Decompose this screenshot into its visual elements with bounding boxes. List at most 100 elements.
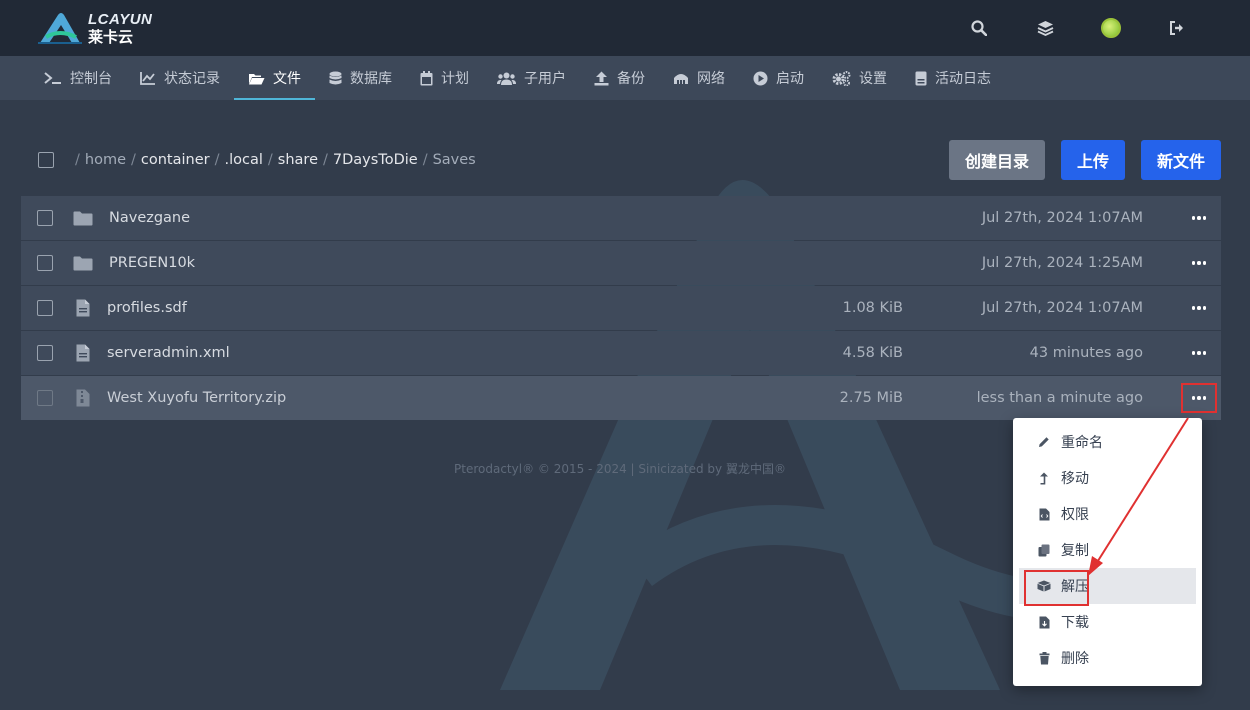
- file-code-icon: [1039, 508, 1049, 520]
- tab-startup[interactable]: 启动: [739, 56, 818, 100]
- breadcrumb-item[interactable]: share: [278, 152, 318, 168]
- breadcrumb: / home / container / .local / share / 7D…: [75, 152, 476, 168]
- trash-icon: [1039, 651, 1049, 664]
- new-file-button[interactable]: 新文件: [1141, 140, 1221, 180]
- tab-label: 子用户: [524, 71, 566, 87]
- menu-item-label: 解压: [1061, 579, 1089, 595]
- terminal-icon: [44, 72, 61, 84]
- file-archive-icon: [76, 389, 90, 407]
- search-button[interactable]: [946, 0, 1012, 56]
- file-modified: 43 minutes ago: [1029, 345, 1143, 361]
- file-size: 4.58 KiB: [842, 345, 903, 361]
- file-list: Navezgane Jul 27th, 2024 1:07AM PREGEN10…: [21, 196, 1221, 421]
- file-row[interactable]: serveradmin.xml 4.58 KiB 43 minutes ago: [21, 331, 1221, 375]
- menu-item-label: 删除: [1061, 651, 1089, 667]
- menu-item-move[interactable]: 移动: [1019, 460, 1196, 496]
- row-checkbox[interactable]: [37, 210, 53, 226]
- file-context-menu: 重命名 移动 权限 复制 解压 下载 删除: [1013, 418, 1202, 686]
- tab-label: 启动: [776, 71, 804, 87]
- menu-item-label: 下载: [1061, 615, 1089, 631]
- tab-settings[interactable]: 设置: [818, 56, 901, 100]
- file-actions-button[interactable]: [1181, 203, 1217, 233]
- row-checkbox[interactable]: [37, 390, 53, 406]
- menu-item-unarchive[interactable]: 解压: [1019, 568, 1196, 604]
- tab-activity-stats[interactable]: 状态记录: [126, 56, 234, 100]
- menu-item-delete[interactable]: 删除: [1019, 640, 1196, 676]
- menu-item-label: 移动: [1061, 471, 1089, 487]
- tab-label: 数据库: [350, 71, 392, 87]
- folder-open-icon: [249, 73, 265, 84]
- menu-item-download[interactable]: 下载: [1019, 604, 1196, 640]
- tab-subusers[interactable]: 子用户: [483, 56, 580, 100]
- breadcrumb-current: Saves: [432, 152, 476, 168]
- file-modified: less than a minute ago: [976, 390, 1143, 406]
- upload-icon: [594, 71, 609, 85]
- tab-activity-log[interactable]: 活动日志: [901, 56, 1005, 100]
- file-name: profiles.sdf: [107, 300, 187, 316]
- row-checkbox[interactable]: [37, 255, 53, 271]
- calendar-icon: [420, 70, 433, 85]
- file-download-icon: [1039, 616, 1049, 628]
- play-circle-icon: [753, 71, 768, 85]
- breadcrumb-item[interactable]: home: [85, 152, 126, 168]
- more-icon: [1191, 261, 1207, 265]
- select-all-checkbox[interactable]: [38, 152, 54, 168]
- file-name: Navezgane: [109, 210, 191, 226]
- breadcrumb-item[interactable]: 7DaysToDie: [333, 152, 418, 168]
- file-name: serveradmin.xml: [107, 345, 230, 361]
- file-modified: Jul 27th, 2024 1:07AM: [981, 300, 1143, 316]
- menu-item-permissions[interactable]: 权限: [1019, 496, 1196, 532]
- boxes-icon: [1037, 580, 1051, 592]
- tab-label: 控制台: [70, 71, 112, 87]
- menu-item-label: 重命名: [1061, 435, 1103, 451]
- more-icon: [1191, 216, 1207, 220]
- file-modified: Jul 27th, 2024 1:25AM: [981, 255, 1143, 271]
- file-row[interactable]: Navezgane Jul 27th, 2024 1:07AM: [21, 196, 1221, 240]
- create-directory-button[interactable]: 创建目录: [949, 140, 1045, 180]
- breadcrumb-item[interactable]: container: [141, 152, 210, 168]
- file-actions-button[interactable]: [1181, 293, 1217, 323]
- file-row[interactable]: profiles.sdf 1.08 KiB Jul 27th, 2024 1:0…: [21, 286, 1221, 330]
- tab-backups[interactable]: 备份: [580, 56, 659, 100]
- more-icon: [1191, 306, 1207, 310]
- tab-databases[interactable]: 数据库: [315, 56, 406, 100]
- database-icon: [329, 71, 342, 84]
- file-icon: [76, 344, 90, 362]
- menu-item-copy[interactable]: 复制: [1019, 532, 1196, 568]
- pencil-icon: [1039, 437, 1049, 447]
- users-icon: [497, 72, 516, 85]
- server-list-button[interactable]: [1012, 0, 1078, 56]
- breadcrumb-item[interactable]: .local: [225, 152, 263, 168]
- brand-logo[interactable]: LCAYUN 莱卡云: [36, 10, 176, 46]
- file-actions-button[interactable]: [1181, 248, 1217, 278]
- logout-button[interactable]: [1144, 0, 1210, 56]
- brand-name-en: LCAYUN: [88, 10, 153, 28]
- search-icon: [971, 20, 987, 36]
- row-checkbox[interactable]: [37, 300, 53, 316]
- tab-files[interactable]: 文件: [234, 56, 315, 100]
- upload-button[interactable]: 上传: [1061, 140, 1125, 180]
- tab-label: 文件: [273, 71, 301, 87]
- tab-label: 状态记录: [164, 71, 220, 87]
- file-row-selected[interactable]: West Xuyofu Territory.zip 2.75 MiB less …: [21, 376, 1221, 420]
- row-checkbox[interactable]: [37, 345, 53, 361]
- file-name: PREGEN10k: [109, 255, 196, 271]
- tab-network[interactable]: 网络: [659, 56, 739, 100]
- tab-console[interactable]: 控制台: [30, 56, 126, 100]
- menu-item-rename[interactable]: 重命名: [1019, 424, 1196, 460]
- file-actions-button[interactable]: [1181, 338, 1217, 368]
- top-bar: LCAYUN 莱卡云: [0, 0, 1250, 56]
- copy-icon: [1038, 544, 1050, 556]
- file-actions-button-highlighted[interactable]: [1181, 383, 1217, 413]
- account-button[interactable]: [1078, 0, 1144, 56]
- network-icon: [674, 74, 688, 84]
- chart-line-icon: [140, 72, 155, 85]
- tab-label: 网络: [697, 71, 725, 87]
- tab-label: 计划: [441, 71, 469, 87]
- menu-item-label: 复制: [1061, 543, 1089, 559]
- file-modified: Jul 27th, 2024 1:07AM: [981, 210, 1143, 226]
- file-row[interactable]: PREGEN10k Jul 27th, 2024 1:25AM: [21, 241, 1221, 285]
- more-icon: [1191, 396, 1207, 400]
- tab-schedules[interactable]: 计划: [406, 56, 483, 100]
- menu-item-label: 权限: [1061, 507, 1089, 523]
